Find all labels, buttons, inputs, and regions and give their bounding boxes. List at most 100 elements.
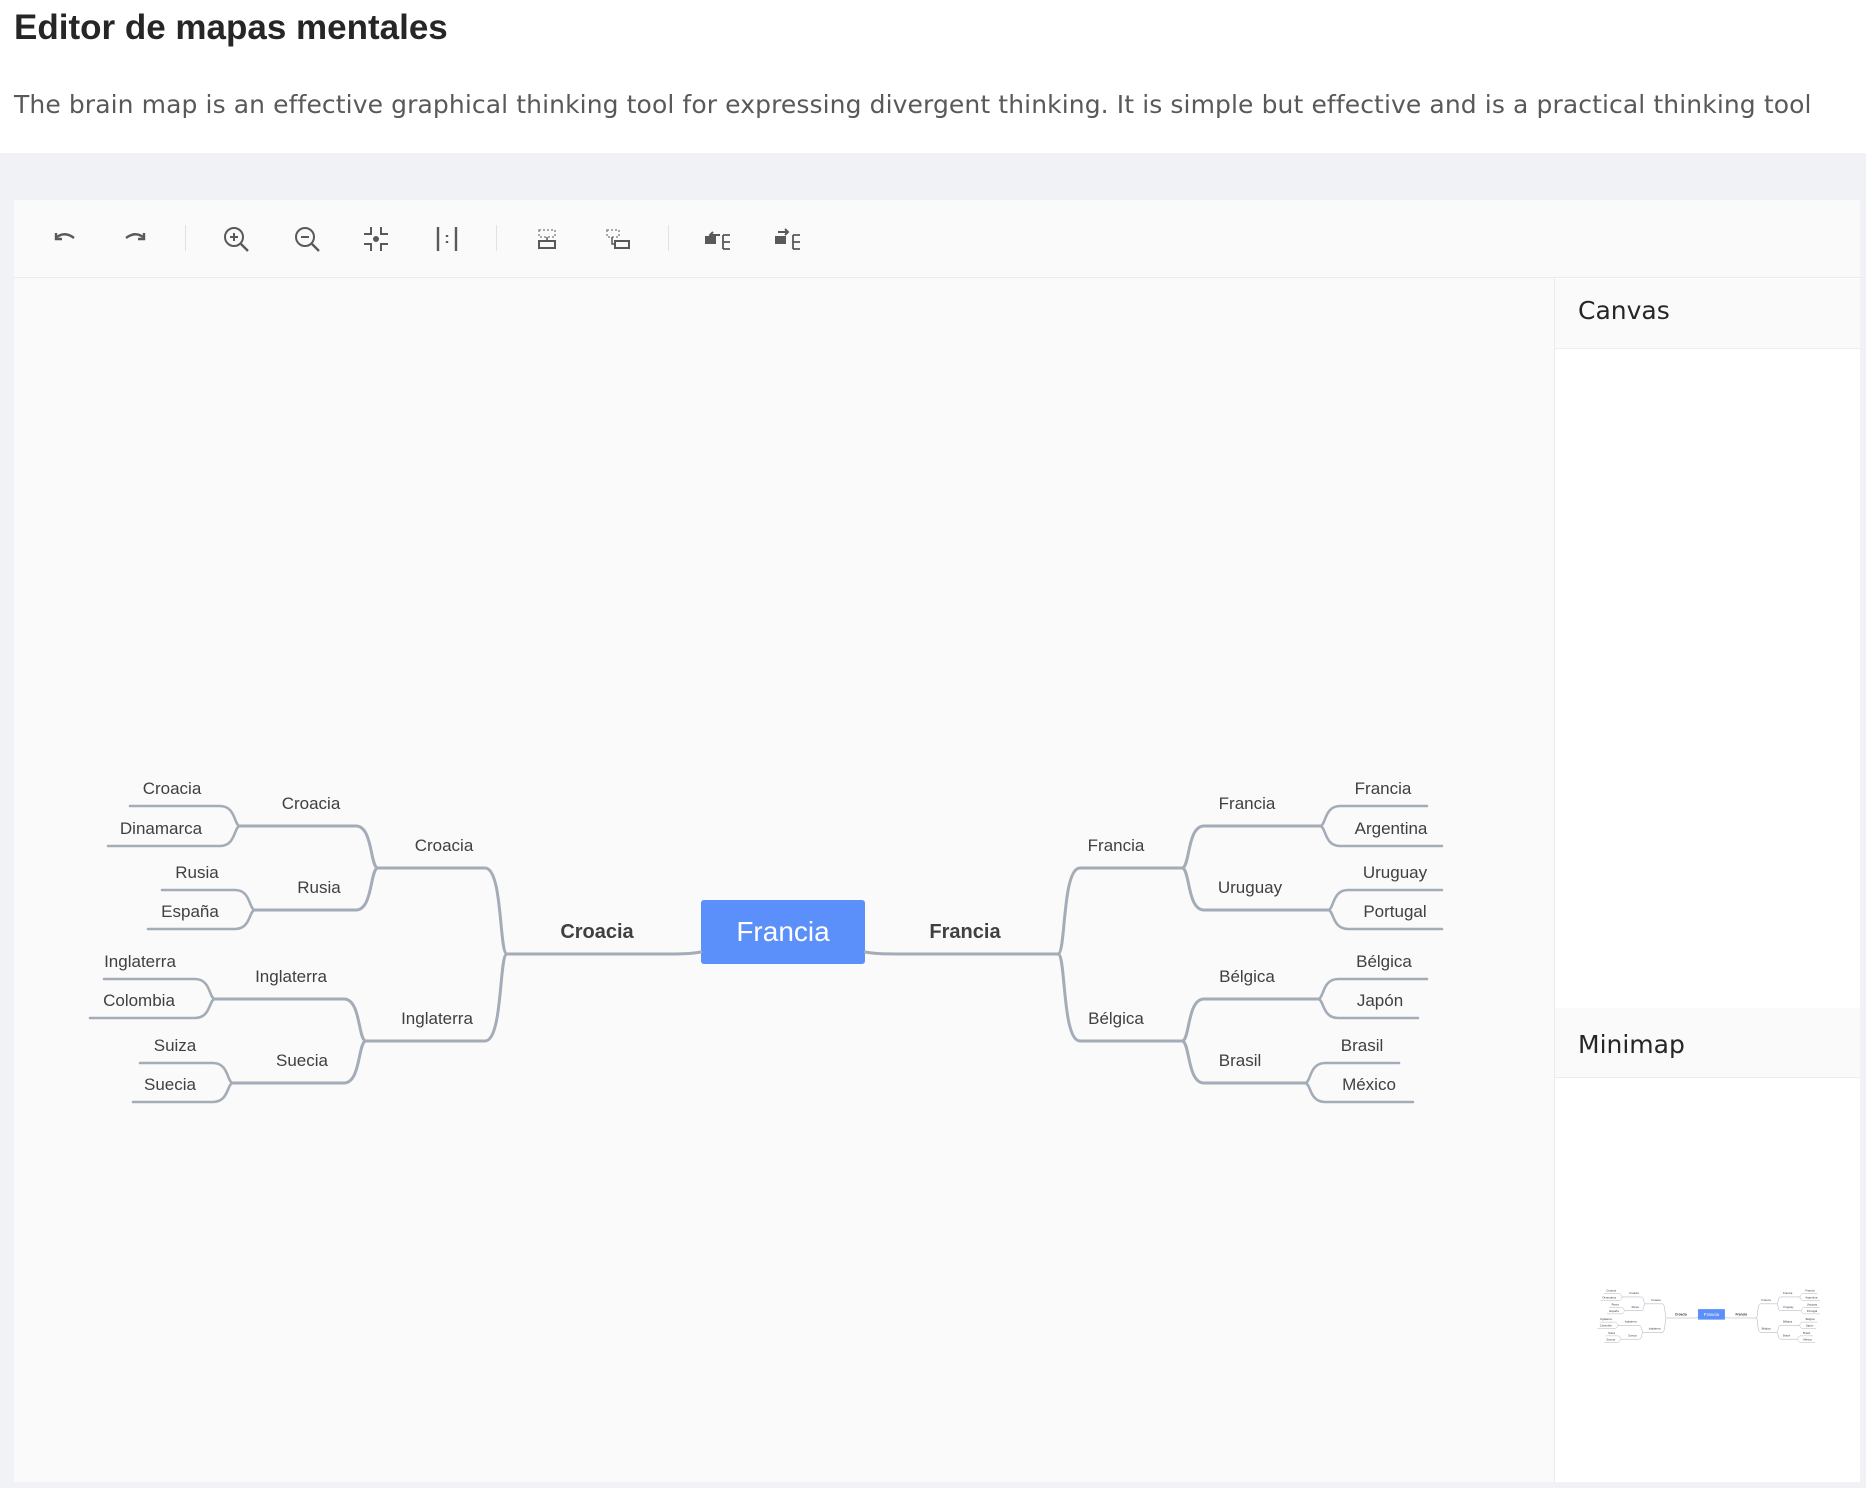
fit-view-icon xyxy=(364,227,388,251)
leaf-node[interactable]: Japón xyxy=(1806,1324,1814,1328)
level-1-node-right[interactable]: Francia xyxy=(1736,1312,1748,1316)
leaf-node[interactable]: Suecia xyxy=(144,1075,197,1094)
leaf-node[interactable]: Uruguay xyxy=(1363,863,1428,882)
level-2-node[interactable]: Inglaterra xyxy=(1649,1326,1661,1330)
level-1-node-left[interactable]: Croacia xyxy=(1675,1312,1687,1316)
level-2-node[interactable]: Croacia xyxy=(415,836,474,855)
level-3-node[interactable]: Croacia xyxy=(282,794,341,813)
leaf-node[interactable]: Francia xyxy=(1355,779,1412,798)
leaf-node[interactable]: Croacia xyxy=(1606,1289,1616,1293)
toolbar-separator xyxy=(668,225,669,251)
toolbar-separator xyxy=(496,225,497,251)
root-node-label[interactable]: Francia xyxy=(1704,1312,1720,1317)
level-3-node[interactable]: Bélgica xyxy=(1783,1320,1793,1324)
leaf-node[interactable]: Brasil xyxy=(1803,1331,1810,1335)
zoom-in-button[interactable] xyxy=(213,216,259,262)
add-child-button[interactable] xyxy=(524,216,570,262)
leaf-node[interactable]: Bélgica xyxy=(1806,1317,1816,1321)
leaf-node[interactable]: Argentina xyxy=(1805,1295,1817,1299)
expand-icon xyxy=(775,228,800,250)
leaf-node[interactable]: Francia xyxy=(1805,1289,1815,1293)
level-3-edge-right xyxy=(1776,1296,1800,1305)
undo-icon xyxy=(54,233,75,241)
level-3-node[interactable]: Uruguay xyxy=(1783,1305,1794,1309)
leaf-node[interactable]: Croacia xyxy=(143,779,202,798)
level-3-node[interactable]: Francia xyxy=(1219,794,1276,813)
add-sibling-button[interactable] xyxy=(595,216,641,262)
add-child-icon xyxy=(538,229,556,249)
level-2-node[interactable]: Francia xyxy=(1761,1298,1771,1302)
level-3-node[interactable]: Suecia xyxy=(276,1051,329,1070)
level-2-node[interactable]: Francia xyxy=(1088,836,1145,855)
level-2-edge-left xyxy=(1644,1303,1667,1319)
page-header: Editor de mapas mentales The brain map i… xyxy=(0,0,1866,153)
leaf-node[interactable]: México xyxy=(1342,1075,1396,1094)
level-3-node[interactable]: Brasil xyxy=(1783,1333,1790,1337)
page-title: Editor de mapas mentales xyxy=(14,8,448,47)
leaf-node[interactable]: Dinamarca xyxy=(120,819,203,838)
expand-button[interactable] xyxy=(765,216,811,262)
undo-button[interactable] xyxy=(42,216,88,262)
mindmap-canvas[interactable]: Francia Croacia Francia Croacia Inglaterra Fr… xyxy=(14,278,1554,1482)
leaf-node[interactable]: España xyxy=(161,902,219,921)
level-2-node[interactable]: Bélgica xyxy=(1762,1326,1772,1330)
leaf-node[interactable]: Inglaterra xyxy=(104,952,176,971)
level-3-edge-left xyxy=(1617,1325,1644,1333)
level-2-node[interactable]: Bélgica xyxy=(1088,1009,1144,1028)
level-1-edge-right xyxy=(863,950,1060,956)
leaf-node[interactable]: España xyxy=(1609,1309,1619,1313)
level-2-node[interactable]: Croacia xyxy=(1651,1298,1661,1302)
leaf-node[interactable]: Suecia xyxy=(1607,1337,1616,1341)
leaf-node[interactable]: Bélgica xyxy=(1356,952,1412,971)
level-3-node[interactable]: Bélgica xyxy=(1219,967,1275,986)
level-3-node[interactable]: Francia xyxy=(1783,1291,1793,1295)
level-3-node[interactable]: Suecia xyxy=(1628,1333,1637,1337)
leaf-node[interactable]: Rusia xyxy=(175,863,219,882)
collapse-button[interactable] xyxy=(695,216,741,262)
level-2-edge-right xyxy=(1756,1303,1778,1319)
actual-size-button[interactable] xyxy=(424,216,470,262)
minimap-preview[interactable]: Francia Croacia Francia Croacia Inglaterra Fr… xyxy=(1555,1079,1860,1482)
level-3-edge-right xyxy=(1180,824,1322,870)
level-3-edge-left xyxy=(1622,1296,1646,1305)
zoom-out-button[interactable] xyxy=(284,216,330,262)
leaf-node[interactable]: Suiza xyxy=(154,1036,197,1055)
leaf-node[interactable]: Suiza xyxy=(1608,1331,1615,1335)
actual-size-icon xyxy=(436,227,458,251)
level-2-node[interactable]: Inglaterra xyxy=(401,1009,473,1028)
leaf-node[interactable]: Japón xyxy=(1357,991,1403,1010)
level-1-node-left[interactable]: Croacia xyxy=(560,921,634,943)
leaf-node[interactable]: Portugal xyxy=(1363,902,1426,921)
leaf-node[interactable]: México xyxy=(1803,1337,1812,1341)
level-3-edge-left xyxy=(238,824,380,870)
leaf-node[interactable]: Portugal xyxy=(1807,1309,1818,1313)
redo-button[interactable] xyxy=(112,216,158,262)
minimap-panel-title: Minimap xyxy=(1578,1030,1685,1059)
toolbar-separator xyxy=(185,225,186,251)
leaf-node[interactable]: Colombia xyxy=(1600,1324,1612,1328)
leaf-node[interactable]: Rusia xyxy=(1612,1303,1620,1307)
canvas-panel-title: Canvas xyxy=(1578,296,1670,325)
level-3-node[interactable]: Croacia xyxy=(1629,1291,1639,1295)
leaf-node[interactable]: Argentina xyxy=(1355,819,1428,838)
level-1-node-right[interactable]: Francia xyxy=(929,921,1001,943)
leaf-node[interactable]: Colombia xyxy=(103,991,175,1010)
leaf-node[interactable]: Inglaterra xyxy=(1600,1317,1612,1321)
minimap-graph: Francia Croacia Francia Croacia Inglaterra Fr… xyxy=(1597,1289,1820,1343)
level-3-node[interactable]: Rusia xyxy=(297,878,341,897)
level-3-node[interactable]: Inglaterra xyxy=(255,967,327,986)
level-3-node[interactable]: Uruguay xyxy=(1218,878,1283,897)
page-description: The brain map is an effective graphical … xyxy=(14,90,1812,119)
leaf-node[interactable]: Brasil xyxy=(1341,1036,1384,1055)
fit-view-button[interactable] xyxy=(353,216,399,262)
level-3-node[interactable]: Brasil xyxy=(1219,1051,1262,1070)
level-3-node[interactable]: Rusia xyxy=(1632,1305,1640,1309)
minimap[interactable]: Francia Croacia Francia Croacia Inglaterra Fr… xyxy=(1555,1079,1860,1482)
leaf-node[interactable]: Uruguay xyxy=(1807,1303,1818,1307)
mindmap-graph[interactable]: Francia Croacia Francia Croacia Inglaterra Fr… xyxy=(14,278,1554,1482)
level-3-node[interactable]: Inglaterra xyxy=(1625,1320,1637,1324)
leaf-node[interactable]: Dinamarca xyxy=(1603,1295,1617,1299)
add-sibling-icon xyxy=(606,229,630,249)
level-1-edge-left xyxy=(505,950,703,956)
root-node-label[interactable]: Francia xyxy=(736,916,830,947)
